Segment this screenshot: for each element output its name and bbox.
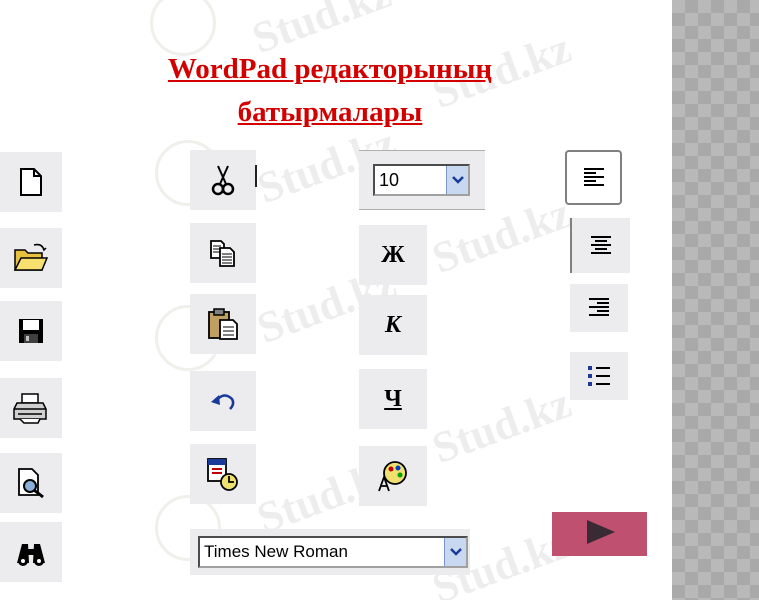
bold-label: Ж xyxy=(381,241,405,268)
color-palette-icon xyxy=(376,459,410,493)
find-binoculars-icon xyxy=(13,537,49,567)
title-line-2: батырмалары xyxy=(237,96,423,128)
chevron-down-icon[interactable] xyxy=(446,166,468,194)
save-button[interactable] xyxy=(0,301,62,361)
cut-scissors-icon xyxy=(208,163,238,197)
new-document-icon xyxy=(16,166,46,198)
italic-button[interactable]: К xyxy=(359,295,427,355)
open-button[interactable] xyxy=(0,228,62,288)
paste-icon xyxy=(205,306,241,342)
align-right-button[interactable] xyxy=(570,284,628,332)
undo-button[interactable] xyxy=(190,371,256,431)
print-button[interactable] xyxy=(0,378,62,438)
slide: Stud.kz Stud.kz Stud.kz Stud.kz Stud.kz … xyxy=(0,0,672,600)
paste-button[interactable] xyxy=(190,294,256,354)
bullets-icon xyxy=(586,364,612,388)
cut-button[interactable] xyxy=(190,150,256,210)
insert-datetime-icon xyxy=(205,456,241,492)
bold-button[interactable]: Ж xyxy=(359,225,427,285)
print-preview-icon xyxy=(14,466,48,500)
font-face-toolbar: Times New Roman xyxy=(190,529,470,575)
align-center-button[interactable] xyxy=(570,218,630,273)
color-button[interactable] xyxy=(359,446,427,506)
title-line-1: WordPad редакторының xyxy=(167,53,493,85)
align-center-icon xyxy=(589,234,613,258)
font-size-toolbar: 10 xyxy=(359,150,485,210)
align-right-icon xyxy=(587,296,611,320)
play-triangle-icon xyxy=(583,518,617,551)
new-document-button[interactable] xyxy=(0,152,62,212)
watermark: Stud.kz xyxy=(425,378,578,473)
undo-icon xyxy=(208,389,238,413)
insert-datetime-button[interactable] xyxy=(190,444,256,504)
print-icon xyxy=(12,391,50,425)
font-face-value: Times New Roman xyxy=(204,542,348,561)
copy-icon xyxy=(208,238,238,268)
slide-title: WordPad редакторының батырмалары xyxy=(110,48,550,134)
print-preview-button[interactable] xyxy=(0,453,62,513)
font-size-combo[interactable]: 10 xyxy=(373,164,470,196)
font-size-value: 10 xyxy=(379,169,400,190)
italic-label: К xyxy=(384,311,402,338)
font-face-combo[interactable]: Times New Roman xyxy=(198,536,468,568)
open-folder-icon xyxy=(12,242,50,274)
side-pattern-bar xyxy=(672,0,759,600)
save-disk-icon xyxy=(15,315,47,347)
copy-button[interactable] xyxy=(190,223,256,283)
text-cursor xyxy=(255,165,257,187)
bullets-button[interactable] xyxy=(570,352,628,400)
align-left-icon xyxy=(582,166,606,190)
underline-label: Ч xyxy=(384,385,402,412)
find-button[interactable] xyxy=(0,522,62,582)
underline-button[interactable]: Ч xyxy=(359,369,427,429)
align-left-button[interactable] xyxy=(565,150,622,205)
next-slide-button[interactable] xyxy=(552,512,647,556)
chevron-down-icon[interactable] xyxy=(444,538,466,566)
